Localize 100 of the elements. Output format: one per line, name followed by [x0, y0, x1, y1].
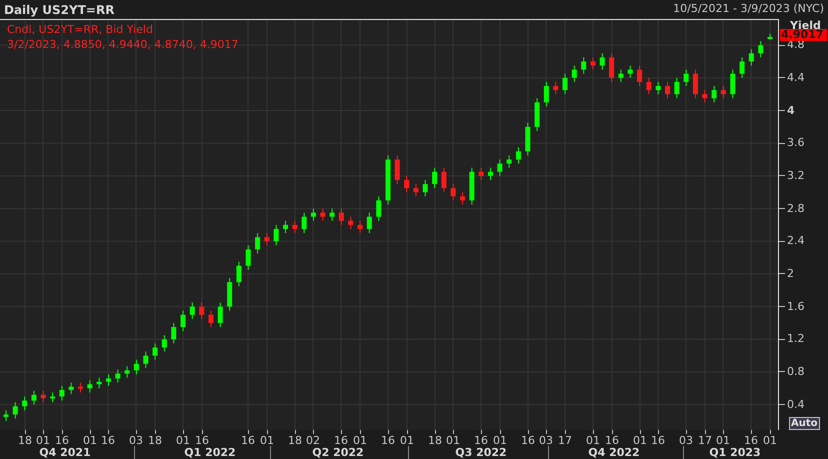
candlestick — [525, 122, 530, 156]
quarter-label: Q4 2022 — [587, 445, 641, 459]
x-tick-label: 03 — [539, 434, 553, 447]
candlestick — [404, 175, 410, 193]
x-tick-label: 18 — [428, 434, 442, 447]
candlestick — [720, 86, 726, 99]
quarter-label: Q2 2022 — [311, 445, 365, 459]
candlestick — [646, 77, 652, 95]
y-tick-label: 0.4 — [787, 398, 804, 412]
candlestick — [358, 220, 363, 234]
x-tick-label: 01 — [353, 434, 367, 447]
candlestick — [534, 98, 540, 132]
chart-title: Daily US2YT=RR — [4, 2, 114, 18]
quarter-label: Q1 2023 — [708, 445, 762, 459]
x-tick-label: 01 — [493, 434, 507, 447]
candlestick — [516, 146, 521, 164]
candlestick — [450, 184, 456, 201]
x-tick-label: 01 — [83, 434, 97, 447]
candlestick — [302, 212, 307, 234]
candlestick — [264, 232, 270, 246]
candlestick — [506, 154, 512, 168]
quarter-label: Q1 2022 — [183, 445, 237, 459]
candlestick — [134, 359, 139, 375]
candlestick — [59, 385, 64, 402]
candlestick — [637, 65, 642, 86]
y-tick-label: 2.4 — [787, 234, 804, 248]
x-tick-label: 16 — [241, 434, 255, 447]
candlestick — [712, 86, 717, 103]
candlestick — [152, 342, 158, 360]
candlestick — [366, 212, 372, 234]
candlestick — [497, 159, 502, 176]
candlestick — [730, 69, 736, 99]
x-tick-label: 01 — [586, 434, 600, 447]
x-tick-label: 16 — [334, 434, 348, 447]
candlestick — [600, 52, 605, 70]
x-tick-label: 16 — [521, 434, 535, 447]
candlestick — [768, 33, 772, 40]
candlestick — [246, 244, 251, 270]
x-tick-label: 16 — [651, 434, 665, 447]
y-tick-label: 1.6 — [787, 300, 804, 314]
x-tick-label: 01 — [633, 434, 647, 447]
candlestick — [692, 69, 698, 99]
candlestick — [702, 90, 708, 103]
x-tick-label: 16 — [744, 434, 758, 447]
candlestick — [740, 56, 745, 78]
x-tick-label: 18 — [18, 434, 32, 447]
x-tick-label: 16 — [101, 434, 115, 447]
x-tick-label: 01 — [36, 434, 50, 447]
y-tick-label: 4.4 — [787, 70, 804, 85]
legend-text: Cndl, US2YT=RR, Bid Yield — [7, 22, 154, 37]
x-tick-label: 18 — [148, 434, 162, 447]
candlestick — [190, 302, 195, 320]
candlestick — [162, 334, 167, 352]
candlestick — [544, 81, 549, 107]
x-tick-label: 01 — [260, 434, 274, 447]
candlestick — [330, 208, 335, 222]
candlestick — [348, 216, 354, 230]
candlestick — [413, 184, 418, 197]
candlestick — [283, 220, 288, 234]
candlestick — [255, 232, 260, 254]
auto-button[interactable]: Auto — [789, 417, 820, 430]
last-value-tag: 4.9017 — [780, 29, 827, 41]
y-tick-label: 2 — [787, 266, 794, 281]
candlestick — [609, 52, 614, 82]
x-tick-label: 17 — [558, 434, 572, 447]
x-tick-label: 01 — [716, 434, 730, 447]
candlestick — [40, 390, 46, 403]
candlestick — [180, 310, 186, 332]
candlestick — [31, 390, 36, 406]
candlestick — [310, 208, 316, 222]
candlestick — [87, 380, 92, 393]
x-tick-label: 16 — [55, 434, 69, 447]
x-tick-label: 16 — [605, 434, 619, 447]
candlestick — [96, 377, 102, 389]
candlestick — [562, 73, 568, 95]
candlestick — [441, 167, 446, 193]
candlestick — [758, 40, 764, 58]
candlestick — [394, 154, 400, 185]
candlestick — [748, 48, 754, 66]
x-tick-label: 01 — [763, 434, 777, 447]
candlestick — [684, 69, 689, 86]
candlestick — [665, 81, 670, 99]
candlestick — [488, 167, 493, 180]
y-tick-label: 3.6 — [787, 136, 804, 150]
candlestick — [674, 77, 680, 99]
y-tick-label: 1.2 — [787, 332, 804, 346]
candlestick — [50, 392, 56, 403]
candlestick — [4, 410, 8, 422]
candlestick — [338, 208, 344, 226]
candlestick — [124, 366, 130, 378]
x-tick-label: 17 — [698, 434, 712, 447]
x-tick-label: 16 — [381, 434, 395, 447]
candlestick — [227, 278, 232, 312]
quarter-label: Q3 2022 — [454, 445, 508, 459]
x-tick-label: 18 — [288, 434, 302, 447]
candlestick — [422, 179, 428, 197]
x-tick-label: 16 — [195, 434, 209, 447]
candlestick — [236, 261, 242, 287]
x-tick-label: 02 — [306, 434, 320, 447]
candlestick — [199, 302, 204, 320]
